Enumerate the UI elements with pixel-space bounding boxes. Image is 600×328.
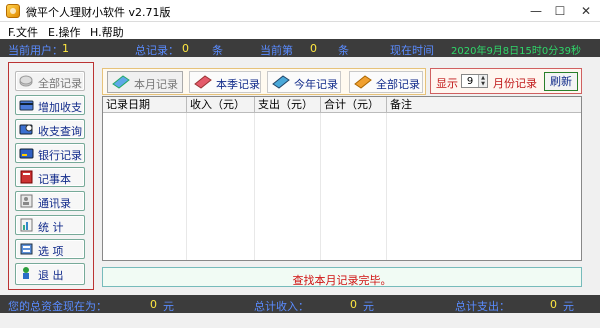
sidebar-all-records-label: 全部记录 xyxy=(38,77,82,90)
user-label: 当前用户： xyxy=(8,44,63,57)
column-divider xyxy=(254,113,255,260)
asset-value: 0 xyxy=(150,298,157,311)
table-header: 记录日期 收入（元） 支出（元） 合计（元） 备注 xyxy=(103,97,581,113)
this-month-button[interactable]: 本月记录 xyxy=(107,71,183,93)
total-unit: 条 xyxy=(212,44,223,57)
maximize-icon[interactable]: ☐ xyxy=(552,3,568,19)
exit-button[interactable]: 退 出 xyxy=(15,263,85,285)
all-records-button[interactable]: 全部记录 xyxy=(349,71,423,93)
column-divider xyxy=(186,113,187,260)
book-red-icon xyxy=(194,75,212,89)
add-income-button[interactable]: 增加收支 xyxy=(15,95,85,115)
expense-label: 总计支出： xyxy=(455,300,510,313)
options-icon xyxy=(20,243,33,255)
book-teal-icon xyxy=(272,75,290,89)
month-input[interactable] xyxy=(462,75,478,87)
time-value: 2020年9月8日15时0分39秒 xyxy=(451,46,581,57)
app-icon xyxy=(6,4,20,18)
sidebar-all-records-button[interactable]: 全部记录 xyxy=(15,71,85,91)
current-value: 0 xyxy=(310,42,317,55)
options-label: 选 项 xyxy=(38,245,64,258)
this-season-label: 本季记录 xyxy=(216,78,260,91)
this-season-button[interactable]: 本季记录 xyxy=(189,71,261,93)
title-bar: 微平个人理财小软件 v2.71版 — ☐ ✕ xyxy=(0,0,600,22)
refresh-button[interactable]: 刷新 xyxy=(544,72,578,91)
header-income[interactable]: 收入（元） xyxy=(187,97,255,113)
stats-label: 统 计 xyxy=(38,221,64,234)
show-label: 显示 xyxy=(436,77,458,90)
time-label: 现在时间 xyxy=(390,44,434,57)
header-note[interactable]: 备注 xyxy=(387,97,581,113)
notebook-icon xyxy=(20,170,33,184)
menu-ops[interactable]: E.操作 xyxy=(48,24,80,40)
minimize-icon[interactable]: — xyxy=(528,3,544,19)
stats-icon xyxy=(20,218,33,232)
bank-button[interactable]: 银行记录 xyxy=(15,143,85,163)
income-value: 0 xyxy=(350,298,357,311)
user-value: 1 xyxy=(62,42,69,55)
expense-unit: 元 xyxy=(563,300,574,313)
exit-icon xyxy=(23,267,29,279)
bank-label: 银行记录 xyxy=(38,149,82,162)
stepper-arrows-icon[interactable]: ▲ ▼ xyxy=(478,75,487,87)
window-title: 微平个人理财小软件 v2.71版 xyxy=(26,6,171,19)
this-month-label: 本月记录 xyxy=(134,78,178,91)
top-status-bar: 当前用户： 1 总记录： 0 条 当前第 0 条 现在时间 2020年9月8日1… xyxy=(0,39,600,57)
column-divider xyxy=(320,113,321,260)
contacts-label: 通讯录 xyxy=(38,197,71,210)
record-range-toolbar: 本月记录 本季记录 今年记录 全部记录 xyxy=(102,68,426,95)
sidebar: 全部记录 增加收支 收支查询 银行记录 记事本 通讯录 统 计 选 项 退 出 xyxy=(8,62,94,290)
income-unit: 元 xyxy=(363,300,374,313)
coin-icon xyxy=(19,75,33,87)
menu-file[interactable]: F.文件 xyxy=(8,24,38,40)
current-unit: 条 xyxy=(338,44,349,57)
month-stepper[interactable]: ▲▼ xyxy=(461,74,488,88)
this-year-button[interactable]: 今年记录 xyxy=(267,71,341,93)
header-expense[interactable]: 支出（元） xyxy=(255,97,321,113)
notes-button[interactable]: 记事本 xyxy=(15,167,85,187)
book-blue-icon xyxy=(112,75,130,89)
bank-card-icon xyxy=(19,148,34,159)
menu-help[interactable]: H.帮助 xyxy=(90,24,124,40)
status-message: 查找本月记录完毕。 xyxy=(292,274,392,287)
total-label: 总记录： xyxy=(135,44,179,57)
income-label: 总计收入： xyxy=(254,300,309,313)
exit-label: 退 出 xyxy=(38,269,64,282)
all-records-label: 全部记录 xyxy=(376,78,420,91)
address-book-icon xyxy=(20,194,33,208)
month-filter-panel: 显示 ▲▼ 月份记录 刷新 xyxy=(430,68,582,94)
card-search-icon xyxy=(19,124,33,135)
book-orange-icon xyxy=(354,75,372,89)
current-label: 当前第 xyxy=(260,44,293,57)
stats-button[interactable]: 统 计 xyxy=(15,215,85,235)
message-bar: 查找本月记录完毕。 xyxy=(102,267,582,287)
header-total[interactable]: 合计（元） xyxy=(321,97,387,113)
card-icon xyxy=(19,100,34,111)
records-table[interactable]: 记录日期 收入（元） 支出（元） 合计（元） 备注 xyxy=(102,96,582,261)
this-year-label: 今年记录 xyxy=(294,78,338,91)
total-value: 0 xyxy=(182,42,189,55)
notes-label: 记事本 xyxy=(38,173,71,186)
add-income-label: 增加收支 xyxy=(38,101,82,114)
header-date[interactable]: 记录日期 xyxy=(103,97,187,113)
asset-unit: 元 xyxy=(163,300,174,313)
asset-label: 您的总资金现在为： xyxy=(8,300,107,313)
menu-bar: F.文件 E.操作 H.帮助 xyxy=(0,22,600,39)
contacts-button[interactable]: 通讯录 xyxy=(15,191,85,211)
month-suffix-label: 月份记录 xyxy=(493,77,537,90)
query-button[interactable]: 收支查询 xyxy=(15,119,85,139)
query-label: 收支查询 xyxy=(38,125,82,138)
column-divider xyxy=(386,113,387,260)
expense-value: 0 xyxy=(550,298,557,311)
close-icon[interactable]: ✕ xyxy=(578,3,594,19)
bottom-status-bar: 您的总资金现在为： 0 元 总计收入： 0 元 总计支出： 0 元 xyxy=(0,295,600,313)
options-button[interactable]: 选 项 xyxy=(15,239,85,259)
